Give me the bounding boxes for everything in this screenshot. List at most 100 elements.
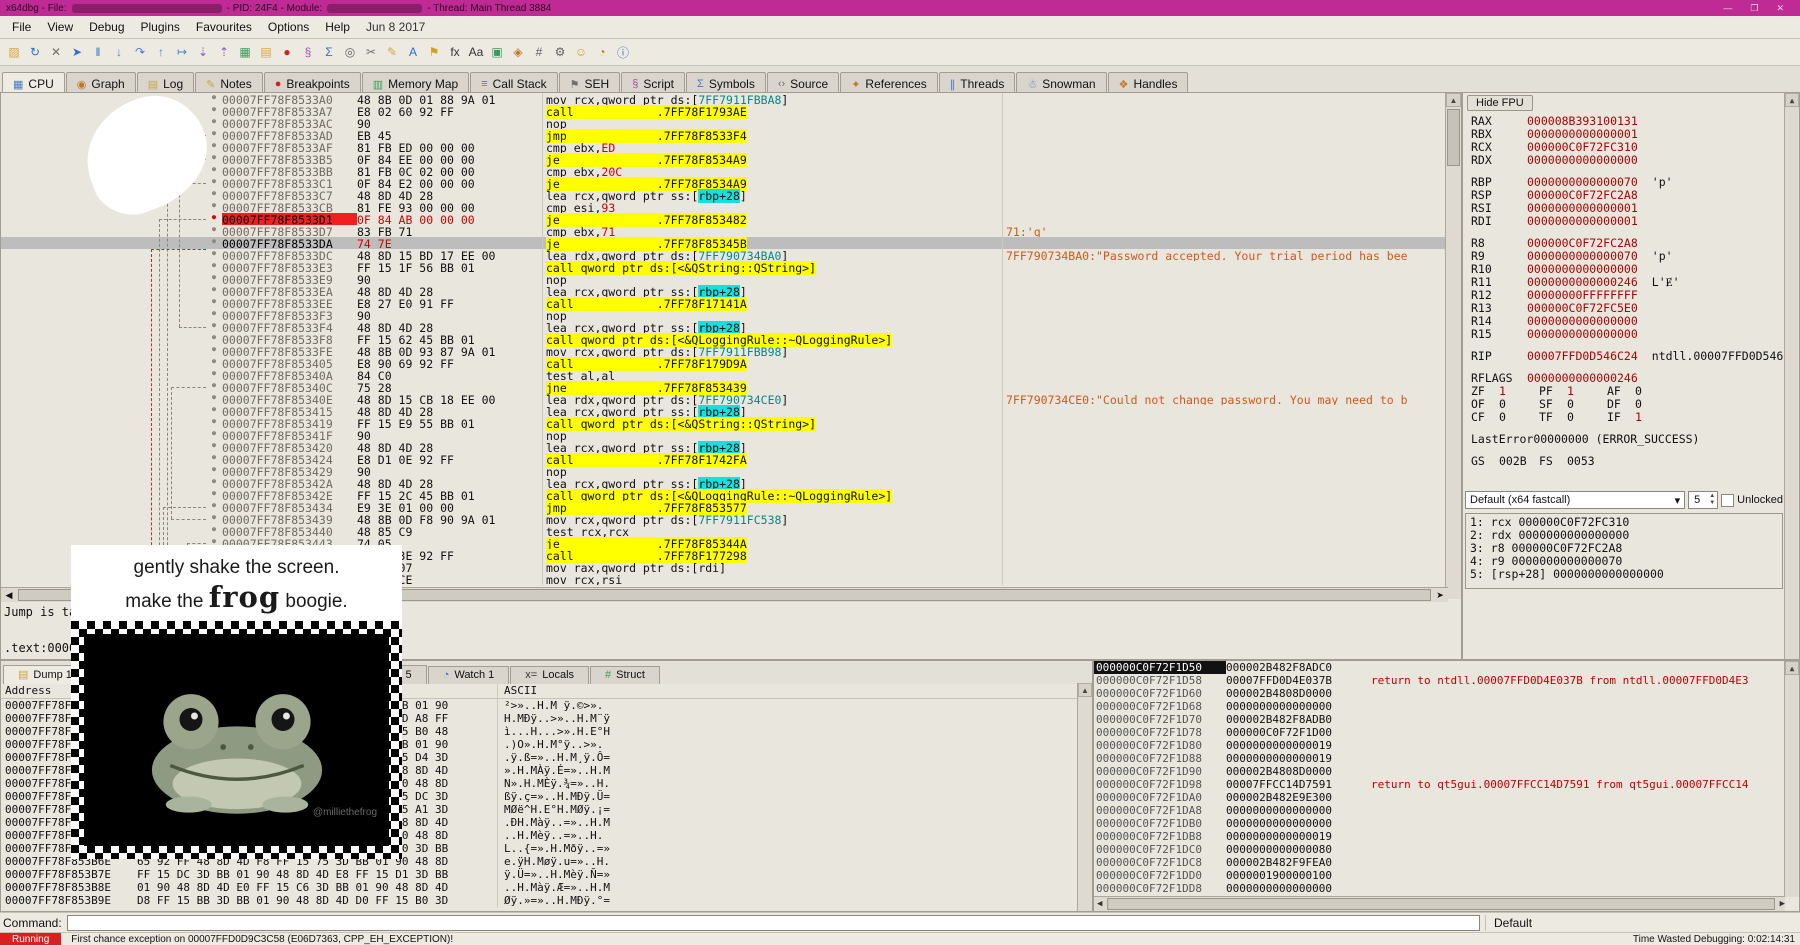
graph-view-icon[interactable]: ◈ (508, 42, 528, 62)
disasm-row[interactable]: ●00007FF78F8533ADEB 45jmp .7FF78F8533F4 (1, 129, 1446, 141)
breakpoint-dot[interactable]: ● (206, 285, 222, 297)
label-icon[interactable]: A (403, 42, 423, 62)
breakpoint-dot[interactable]: ● (206, 249, 222, 261)
breakpoint-dot[interactable]: ● (206, 453, 222, 465)
breakpoint-dot[interactable]: ● (206, 333, 222, 345)
smiley-icon[interactable]: ☺ (571, 42, 591, 62)
command-input[interactable] (67, 915, 1480, 931)
disasm-row[interactable]: ●00007FF78F85340A84 C0test al,al (1, 369, 1446, 381)
flags-row[interactable]: OF0SF0DF0 (1471, 398, 1783, 411)
breakpoint-dot[interactable]: ● (206, 513, 222, 525)
disasm-row[interactable]: ●00007FF78F85340E48 8D 15 CB 18 EE 00lea… (1, 393, 1446, 405)
breakpoint-dot[interactable]: ● (206, 381, 222, 393)
registers-scrollbar[interactable]: ▲ ▼ (1784, 93, 1799, 659)
stack-row[interactable]: 000000C0F72F1D50000002B482F8ADC0 (1094, 661, 1785, 674)
disasm-row[interactable]: ●00007FF78F8533B50F 84 EE 00 00 00je .7F… (1, 153, 1446, 165)
stack-row[interactable]: 000000C0F72F1D5800007FFD0D4E037Breturn t… (1094, 674, 1785, 687)
stack-row[interactable]: 000000C0F72F1DB80000000000000019 (1094, 830, 1785, 843)
stack-row[interactable]: 000000C0F72F1DB00000000000000000 (1094, 817, 1785, 830)
disasm-row[interactable]: ●00007FF78F8533EEE8 27 E0 91 FFcall .7FF… (1, 297, 1446, 309)
restart-icon[interactable]: ↻ (25, 42, 45, 62)
trace-over-icon[interactable]: ⇡ (214, 42, 234, 62)
breakpoint-dot[interactable]: ● (206, 309, 222, 321)
disasm-row[interactable]: ●00007FF78F8533C10F 84 E2 00 00 00je .7F… (1, 177, 1446, 189)
disasm-row[interactable]: ●00007FF78F85341548 8D 4D 28lea rcx,qwor… (1, 405, 1446, 417)
breakpoint-dot[interactable]: ● (206, 357, 222, 369)
stack-row[interactable]: 000000C0F72F1D800000000000000019 (1094, 739, 1785, 752)
scroll-up-icon[interactable]: ▲ (1078, 683, 1092, 697)
minimize-icon[interactable]: — (1723, 3, 1732, 14)
disasm-row[interactable]: ●00007FF78F8533FE48 8B 0D 93 87 9A 01mov… (1, 345, 1446, 357)
menu-view[interactable]: View (39, 18, 81, 36)
scroll-left-icon[interactable]: ◀ (1, 588, 17, 602)
stack-row[interactable]: 000000C0F72F1D9800007FFCC14D7591return t… (1094, 778, 1785, 791)
breakpoint-dot[interactable]: ● (206, 429, 222, 441)
breakpoint-dot[interactable]: ● (206, 189, 222, 201)
breakpoint-dot[interactable]: ● (206, 417, 222, 429)
disasm-row[interactable]: ●00007FF78F85344048 85 C9test rcx,rcx (1, 525, 1446, 537)
tab-watch-1[interactable]: ◔Watch 1 (428, 666, 510, 684)
dump-row[interactable]: 00007FF78F853B8E01 90 48 8D 4D E0 FF 15 … (1, 881, 1092, 894)
disasm-row[interactable]: ●00007FF78F8533F8FF 15 62 45 BB 01call q… (1, 333, 1446, 345)
breakpoint-dot[interactable]: ● (206, 345, 222, 357)
open-file-icon[interactable]: ▨ (4, 42, 24, 62)
breakpoint-dot[interactable]: ● (206, 153, 222, 165)
search-icon[interactable]: ◎ (340, 42, 360, 62)
breakpoint-dot[interactable]: ● (206, 297, 222, 309)
register-row[interactable]: RFLAGS0000000000000246 (1471, 372, 1783, 385)
case-sensitive-icon[interactable]: Aa (466, 42, 486, 62)
stack-row[interactable]: 000000C0F72F1D880000000000000019 (1094, 752, 1785, 765)
disasm-row[interactable]: ●00007FF78F8533AF81 FB ED 00 00 00cmp eb… (1, 141, 1446, 153)
stack-vertical-scrollbar[interactable]: ▲ ▼ (1784, 661, 1799, 897)
flags-row[interactable]: GS002BFS0053 (1471, 455, 1783, 468)
disasm-row[interactable]: ●00007FF78F85342A48 8D 4D 28lea rcx,qwor… (1, 477, 1446, 489)
breakpoint-dot[interactable]: ● (206, 165, 222, 177)
argument-count-stepper[interactable]: 5 ▲▼ (1688, 491, 1718, 509)
maximize-icon[interactable]: ❐ (1750, 3, 1758, 14)
dump-row[interactable]: 00007FF78F853B9ED8 FF 15 BB 3D BB 01 90 … (1, 894, 1092, 907)
stack-row[interactable]: 000000C0F72F1DC8000002B482F9FEA0 (1094, 856, 1785, 869)
breakpoint-dot[interactable]: ● (206, 213, 222, 225)
tab-struct[interactable]: #Struct (590, 666, 660, 684)
disasm-row[interactable]: ●00007FF78F85340C75 28jne .7FF78F853439 (1, 381, 1446, 393)
function-icon[interactable]: fx (445, 42, 465, 62)
settings-icon[interactable]: ⚙ (550, 42, 570, 62)
breakpoint-dot[interactable]: ● (206, 321, 222, 333)
disasm-row[interactable]: ●00007FF78F8533A7E8 02 60 92 FFcall .7FF… (1, 105, 1446, 117)
disasm-row[interactable]: ●00007FF78F85342EFF 15 2C 45 BB 01call q… (1, 489, 1446, 501)
disasm-row[interactable]: ●00007FF78F8533E3FF 15 1F 56 BB 01call q… (1, 261, 1446, 273)
breakpoint-dot[interactable]: ● (206, 405, 222, 417)
disasm-row[interactable]: ●00007FF78F853424E8 D1 0E 92 FFcall .7FF… (1, 453, 1446, 465)
disasm-row[interactable]: ●00007FF78F853419FF 15 E9 55 BB 01call q… (1, 417, 1446, 429)
disasm-row[interactable]: ●00007FF78F8533D10F 84 AB 00 00 00je .7F… (1, 213, 1446, 225)
dump-row[interactable]: 00007FF78F853B7EFF 15 DC 3D BB 01 90 48 … (1, 868, 1092, 881)
disasm-row[interactable]: ●00007FF78F8533CB81 FE 93 00 00 00cmp es… (1, 201, 1446, 213)
donate-icon[interactable]: ◔ (592, 42, 612, 62)
bookmark-icon[interactable]: ⚑ (424, 42, 444, 62)
disasm-row[interactable]: ●00007FF78F853434E9 3E 01 00 00jmp .7FF7… (1, 501, 1446, 513)
stack-row[interactable]: 000000C0F72F1D70000002B482F8ADB0 (1094, 713, 1785, 726)
dump-scrollbar[interactable]: ▲ ▼ (1077, 683, 1092, 911)
breakpoint-dot[interactable]: ● (206, 393, 222, 405)
disasm-row[interactable]: ●00007FF78F8533BB81 FB 0C 02 00 00cmp eb… (1, 165, 1446, 177)
stack-row[interactable]: 000000C0F72F1DA0000002B482E9E300 (1094, 791, 1785, 804)
breakpoint-dot[interactable]: ● (206, 93, 222, 105)
comment-icon[interactable]: ✎ (382, 42, 402, 62)
disasm-vertical-scrollbar[interactable]: ▲ ▼ (1445, 93, 1461, 599)
register-row[interactable]: R150000000000000000 (1471, 328, 1783, 341)
breakpoint-dot[interactable]: ● (206, 273, 222, 285)
breakpoint-dot[interactable]: ● (206, 129, 222, 141)
disasm-row[interactable]: ●00007FF78F85342990nop (1, 465, 1446, 477)
stack-row[interactable]: 000000C0F72F1D90000002B4808D0000 (1094, 765, 1785, 778)
step-out-icon[interactable]: ↑ (151, 42, 171, 62)
stack-row[interactable]: 000000C0F72F1D60000002B4808D0000 (1094, 687, 1785, 700)
close-icon[interactable]: ✕ (1776, 3, 1784, 14)
breakpoint-dot[interactable]: ● (206, 525, 222, 537)
register-row[interactable]: RDX0000000000000000 (1471, 154, 1783, 167)
disasm-row[interactable]: ●00007FF78F8533F448 8D 4D 28lea rcx,qwor… (1, 321, 1446, 333)
breakpoint-dot[interactable]: ● (206, 105, 222, 117)
stack-row[interactable]: 000000C0F72F1DD80000000000000000 (1094, 882, 1785, 895)
stack-row[interactable]: 000000C0F72F1D680000000000000000 (1094, 700, 1785, 713)
disasm-row[interactable]: ●00007FF78F85343948 8B 0D F8 90 9A 01mov… (1, 513, 1446, 525)
breakpoints-icon[interactable]: ● (277, 42, 297, 62)
